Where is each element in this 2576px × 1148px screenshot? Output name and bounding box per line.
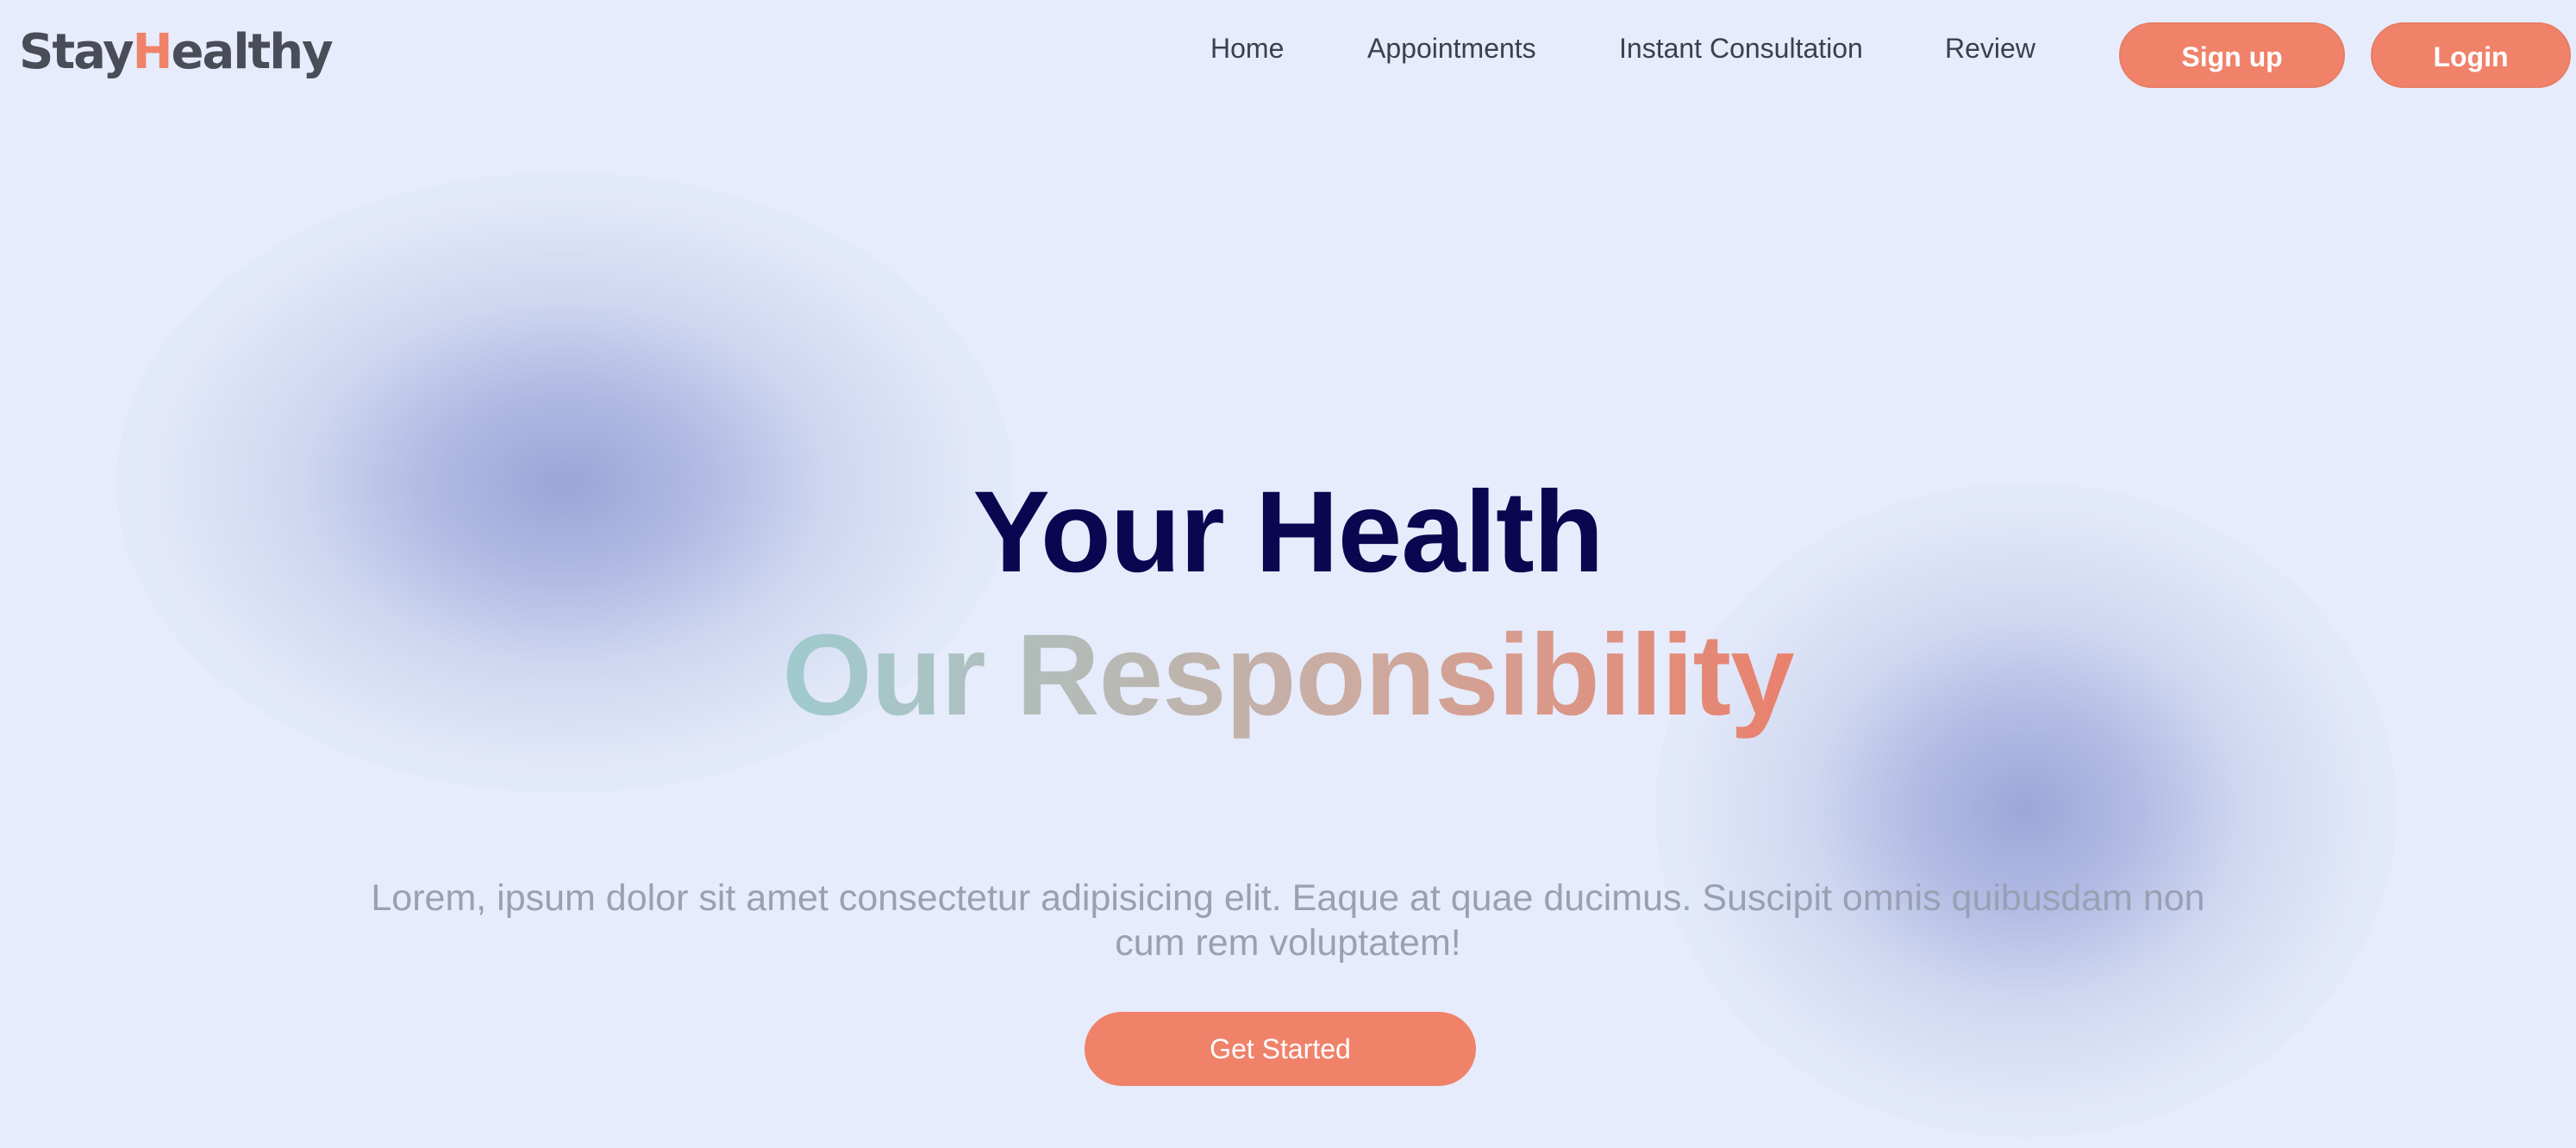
nav-link-review[interactable]: Review: [1945, 29, 2035, 67]
nav-link-appointments[interactable]: Appointments: [1367, 29, 1536, 67]
hero-title: Your Health: [972, 468, 1604, 596]
hero-description: Lorem, ipsum dolor sit amet consectetur …: [371, 877, 2205, 964]
hero-subtitle: Our Responsibility: [782, 607, 1794, 745]
get-started-button[interactable]: Get Started: [1085, 1012, 1476, 1086]
hero-subtitle-wrapper: Our Responsibility: [0, 607, 2576, 745]
nav-link-home[interactable]: Home: [1210, 29, 1284, 67]
navbar: StayHealthy Home Appointments Instant Co…: [0, 0, 2576, 107]
nav-link-instant-consultation[interactable]: Instant Consultation: [1619, 29, 1863, 67]
sign-up-button[interactable]: Sign up: [2119, 22, 2345, 88]
login-button[interactable]: Login: [2371, 22, 2571, 88]
